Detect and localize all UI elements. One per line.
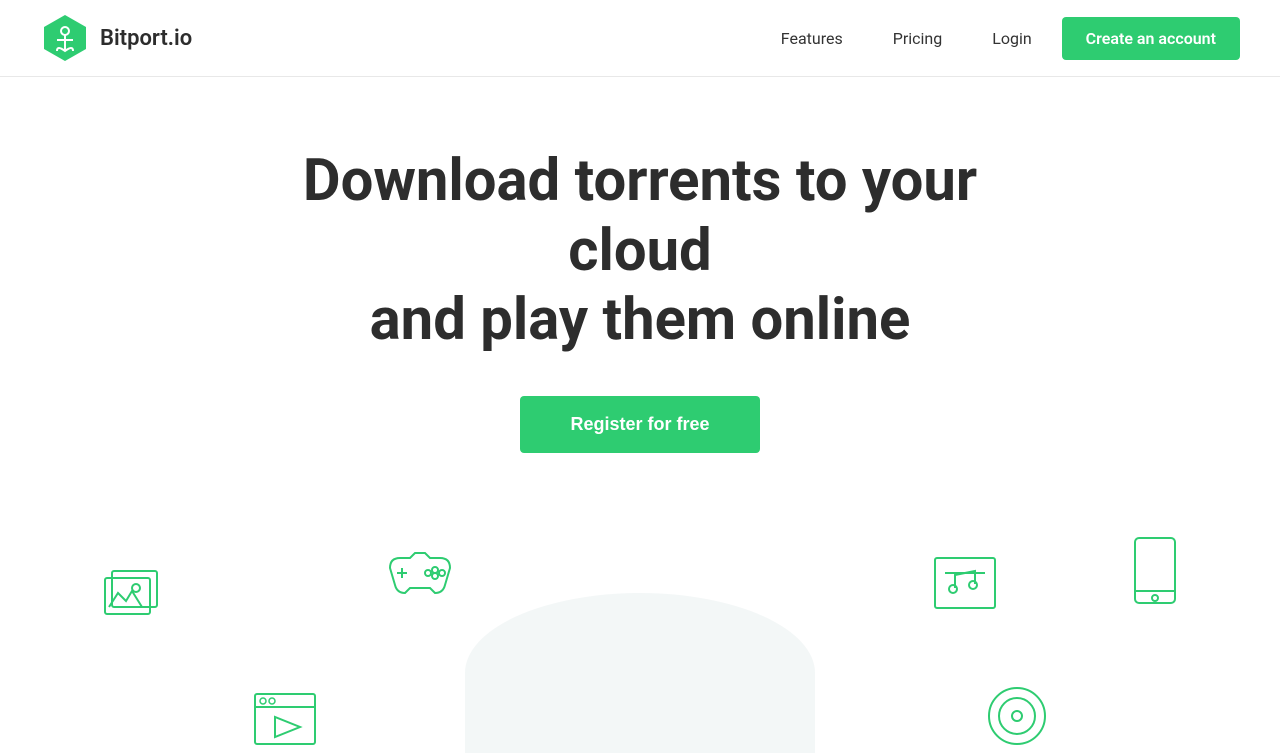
icons-area: [0, 523, 1280, 753]
logo[interactable]: Bitport.io: [40, 13, 192, 63]
main-content: Download torrents to your cloud and play…: [0, 77, 1280, 753]
nav-features[interactable]: Features: [761, 19, 863, 58]
music-icon: [930, 553, 1000, 613]
photo-icon: [100, 563, 170, 623]
tablet-icon: [1130, 533, 1180, 608]
header: Bitport.io Features Pricing Login Create…: [0, 0, 1280, 77]
nav-pricing[interactable]: Pricing: [873, 19, 963, 58]
music-icon-item: [930, 553, 1000, 617]
gamepad-icon-item: [380, 543, 460, 607]
disc-icon-item: [985, 684, 1050, 753]
register-button[interactable]: Register for free: [520, 396, 759, 453]
create-account-button[interactable]: Create an account: [1062, 17, 1240, 60]
cloud-shape: [465, 593, 815, 753]
nav: Features Pricing Login Create an account: [761, 17, 1240, 60]
disc-icon: [985, 684, 1050, 749]
tablet-icon-item: [1130, 533, 1180, 612]
photo-icon-item: [100, 563, 170, 627]
logo-text: Bitport.io: [100, 26, 192, 51]
hero-section: Download torrents to your cloud and play…: [0, 77, 1280, 493]
logo-icon: [40, 13, 90, 63]
nav-login[interactable]: Login: [972, 19, 1051, 58]
gamepad-icon: [380, 543, 460, 603]
hero-title: Download torrents to your cloud and play…: [240, 147, 1040, 356]
video-icon-item: [250, 689, 320, 753]
video-icon: [250, 689, 320, 749]
